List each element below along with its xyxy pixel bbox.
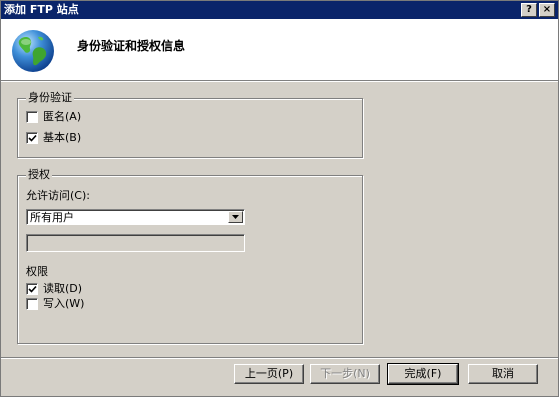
- allow-access-select[interactable]: 所有用户: [26, 209, 245, 225]
- basic-checkbox-row[interactable]: 基本(B): [26, 131, 81, 145]
- ftp-site-wizard-window: 添加 FTP 站点 ? × 身份验证和授权信息 身份验证 匿名(A) 基本(B)…: [0, 0, 559, 397]
- user-field: [26, 234, 245, 252]
- basic-label: 基本(B): [43, 131, 82, 144]
- close-button[interactable]: ×: [539, 3, 555, 17]
- next-button[interactable]: 下一步(N): [310, 364, 380, 384]
- authentication-group: 身份验证: [17, 91, 363, 158]
- help-button[interactable]: ?: [521, 3, 537, 17]
- anonymous-checkbox[interactable]: [26, 111, 38, 123]
- write-checkbox-row[interactable]: 写入(W): [26, 297, 84, 311]
- anonymous-checkbox-row[interactable]: 匿名(A): [26, 110, 81, 124]
- read-label: 读取(D): [43, 282, 83, 295]
- chevron-down-icon: [232, 215, 239, 219]
- previous-button[interactable]: 上一页(P): [234, 364, 304, 384]
- allow-access-label: 允许访问(C):: [26, 189, 90, 202]
- write-checkbox[interactable]: [26, 298, 38, 310]
- read-checkbox[interactable]: [26, 283, 38, 295]
- check-icon: [28, 285, 37, 293]
- wizard-header: 身份验证和授权信息: [1, 19, 558, 81]
- title-bar[interactable]: 添加 FTP 站点 ? ×: [1, 1, 558, 19]
- read-checkbox-row[interactable]: 读取(D): [26, 282, 82, 296]
- anonymous-label: 匿名(A): [43, 110, 82, 123]
- window-title: 添加 FTP 站点: [4, 3, 79, 16]
- permissions-label: 权限: [26, 265, 48, 278]
- check-icon: [28, 134, 37, 142]
- write-label: 写入(W): [43, 297, 85, 310]
- basic-checkbox[interactable]: [26, 132, 38, 144]
- page-title: 身份验证和授权信息: [77, 39, 186, 53]
- globe-icon: [12, 30, 54, 72]
- cancel-button[interactable]: 取消: [468, 364, 538, 384]
- dropdown-arrow-button[interactable]: [228, 211, 243, 223]
- finish-button[interactable]: 完成(F): [387, 363, 459, 385]
- allow-access-value: 所有用户: [30, 211, 74, 224]
- authorization-legend: 授权: [26, 168, 52, 182]
- authentication-legend: 身份验证: [26, 91, 74, 105]
